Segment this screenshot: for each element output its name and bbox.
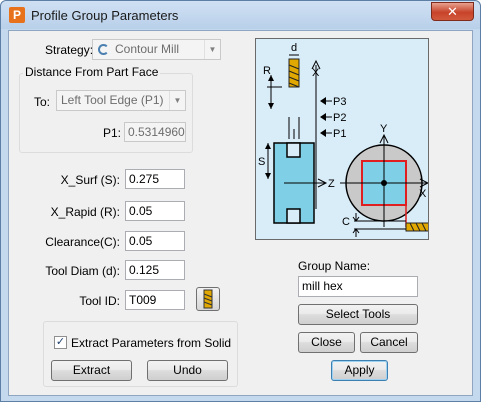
group-name-label: Group Name: bbox=[298, 259, 371, 273]
extract-button[interactable]: Extract bbox=[51, 360, 132, 381]
checkmark-icon: ✓ bbox=[55, 336, 66, 348]
cancel-button[interactable]: Cancel bbox=[360, 332, 418, 353]
dialog-window: P Profile Group Parameters ✕ Strategy: C… bbox=[0, 0, 481, 402]
group-name-input[interactable]: mill hex bbox=[298, 276, 418, 297]
tool-picker-button[interactable] bbox=[196, 287, 220, 311]
p3-label: P3 bbox=[333, 96, 346, 108]
close-icon: ✕ bbox=[447, 4, 458, 19]
p2-arrow bbox=[320, 113, 326, 121]
clearance-label: Clearance(C): bbox=[45, 235, 120, 249]
contour-mill-icon bbox=[98, 44, 109, 55]
undo-button[interactable]: Undo bbox=[147, 360, 228, 381]
z-label: Z bbox=[328, 178, 335, 190]
p1-input[interactable]: 0.53149606 bbox=[124, 122, 186, 142]
strategy-select[interactable]: Contour Mill ▼ bbox=[92, 39, 221, 60]
x-top-label: X bbox=[312, 67, 320, 79]
part-bottom-slot bbox=[286, 208, 301, 224]
tool-diam-input[interactable]: 0.125 bbox=[125, 260, 185, 280]
select-tools-button[interactable]: Select Tools bbox=[298, 304, 418, 325]
clearance-input[interactable]: 0.05 bbox=[125, 231, 185, 251]
title-bar[interactable]: P Profile Group Parameters ✕ bbox=[1, 1, 480, 29]
part-top-slot bbox=[286, 142, 301, 158]
profile-diagram-svg: d R X P3 P2 P1 S Z Y X C bbox=[258, 42, 431, 237]
to-value: Left Tool Edge (P1) bbox=[61, 93, 164, 107]
extract-checkbox-label: Extract Parameters from Solid bbox=[71, 336, 232, 350]
end-mill-icon bbox=[203, 289, 213, 309]
window-title: Profile Group Parameters bbox=[31, 8, 179, 23]
c-label: C bbox=[342, 216, 350, 228]
close-button[interactable]: Close bbox=[298, 332, 355, 353]
strategy-value: Contour Mill bbox=[115, 42, 180, 56]
apply-button[interactable]: Apply bbox=[331, 360, 388, 381]
app-icon: P bbox=[9, 7, 25, 23]
profile-diagram: d R X P3 P2 P1 S Z Y X C bbox=[255, 38, 431, 240]
p2-label: P2 bbox=[333, 112, 346, 124]
tool-id-input[interactable]: T009 bbox=[125, 290, 185, 310]
y-label: Y bbox=[380, 123, 388, 135]
c-arrow-bottom bbox=[352, 228, 360, 237]
chevron-down-icon: ▼ bbox=[169, 91, 185, 110]
x-right-label: X bbox=[419, 188, 427, 200]
distance-group-title: Distance From Part Face bbox=[23, 65, 161, 79]
p1-label: P1: bbox=[103, 126, 122, 140]
x-rapid-label: X_Rapid (R): bbox=[50, 205, 120, 219]
x-surf-input[interactable]: 0.275 bbox=[125, 169, 185, 189]
x-rapid-input[interactable]: 0.05 bbox=[125, 201, 185, 221]
r-label: R bbox=[263, 65, 271, 77]
s-label: S bbox=[258, 156, 265, 168]
close-window-button[interactable]: ✕ bbox=[431, 2, 474, 21]
strategy-label: Strategy: bbox=[45, 43, 94, 57]
dialog-client: Strategy: Contour Mill ▼ Distance From P… bbox=[8, 30, 473, 396]
chevron-down-icon: ▼ bbox=[204, 40, 220, 59]
p1-diagram-label: P1 bbox=[333, 128, 346, 140]
to-select[interactable]: Left Tool Edge (P1) ▼ bbox=[56, 90, 186, 111]
d-label: d bbox=[291, 42, 297, 54]
x-surf-label: X_Surf (S): bbox=[60, 173, 120, 187]
to-label: To: bbox=[34, 95, 51, 109]
p1-arrow bbox=[320, 129, 326, 137]
p3-arrow bbox=[320, 97, 326, 105]
extract-checkbox[interactable]: ✓ bbox=[54, 336, 67, 349]
tool-id-label: Tool ID: bbox=[79, 294, 120, 308]
c-arrow-top bbox=[352, 213, 360, 222]
tool-diam-label: Tool Diam (d): bbox=[45, 264, 120, 278]
